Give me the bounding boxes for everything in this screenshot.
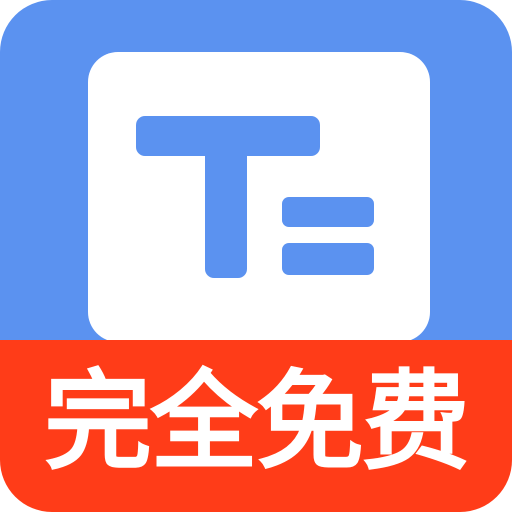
- t-bar-vertical: [205, 116, 247, 278]
- text-editor-t-icon: [136, 116, 374, 278]
- free-banner: 完全免费: [0, 340, 512, 512]
- banner-text: 完全免费: [43, 360, 470, 485]
- line-lower: [282, 243, 374, 275]
- app-icon[interactable]: 完全免费: [0, 0, 512, 512]
- line-upper: [282, 197, 374, 227]
